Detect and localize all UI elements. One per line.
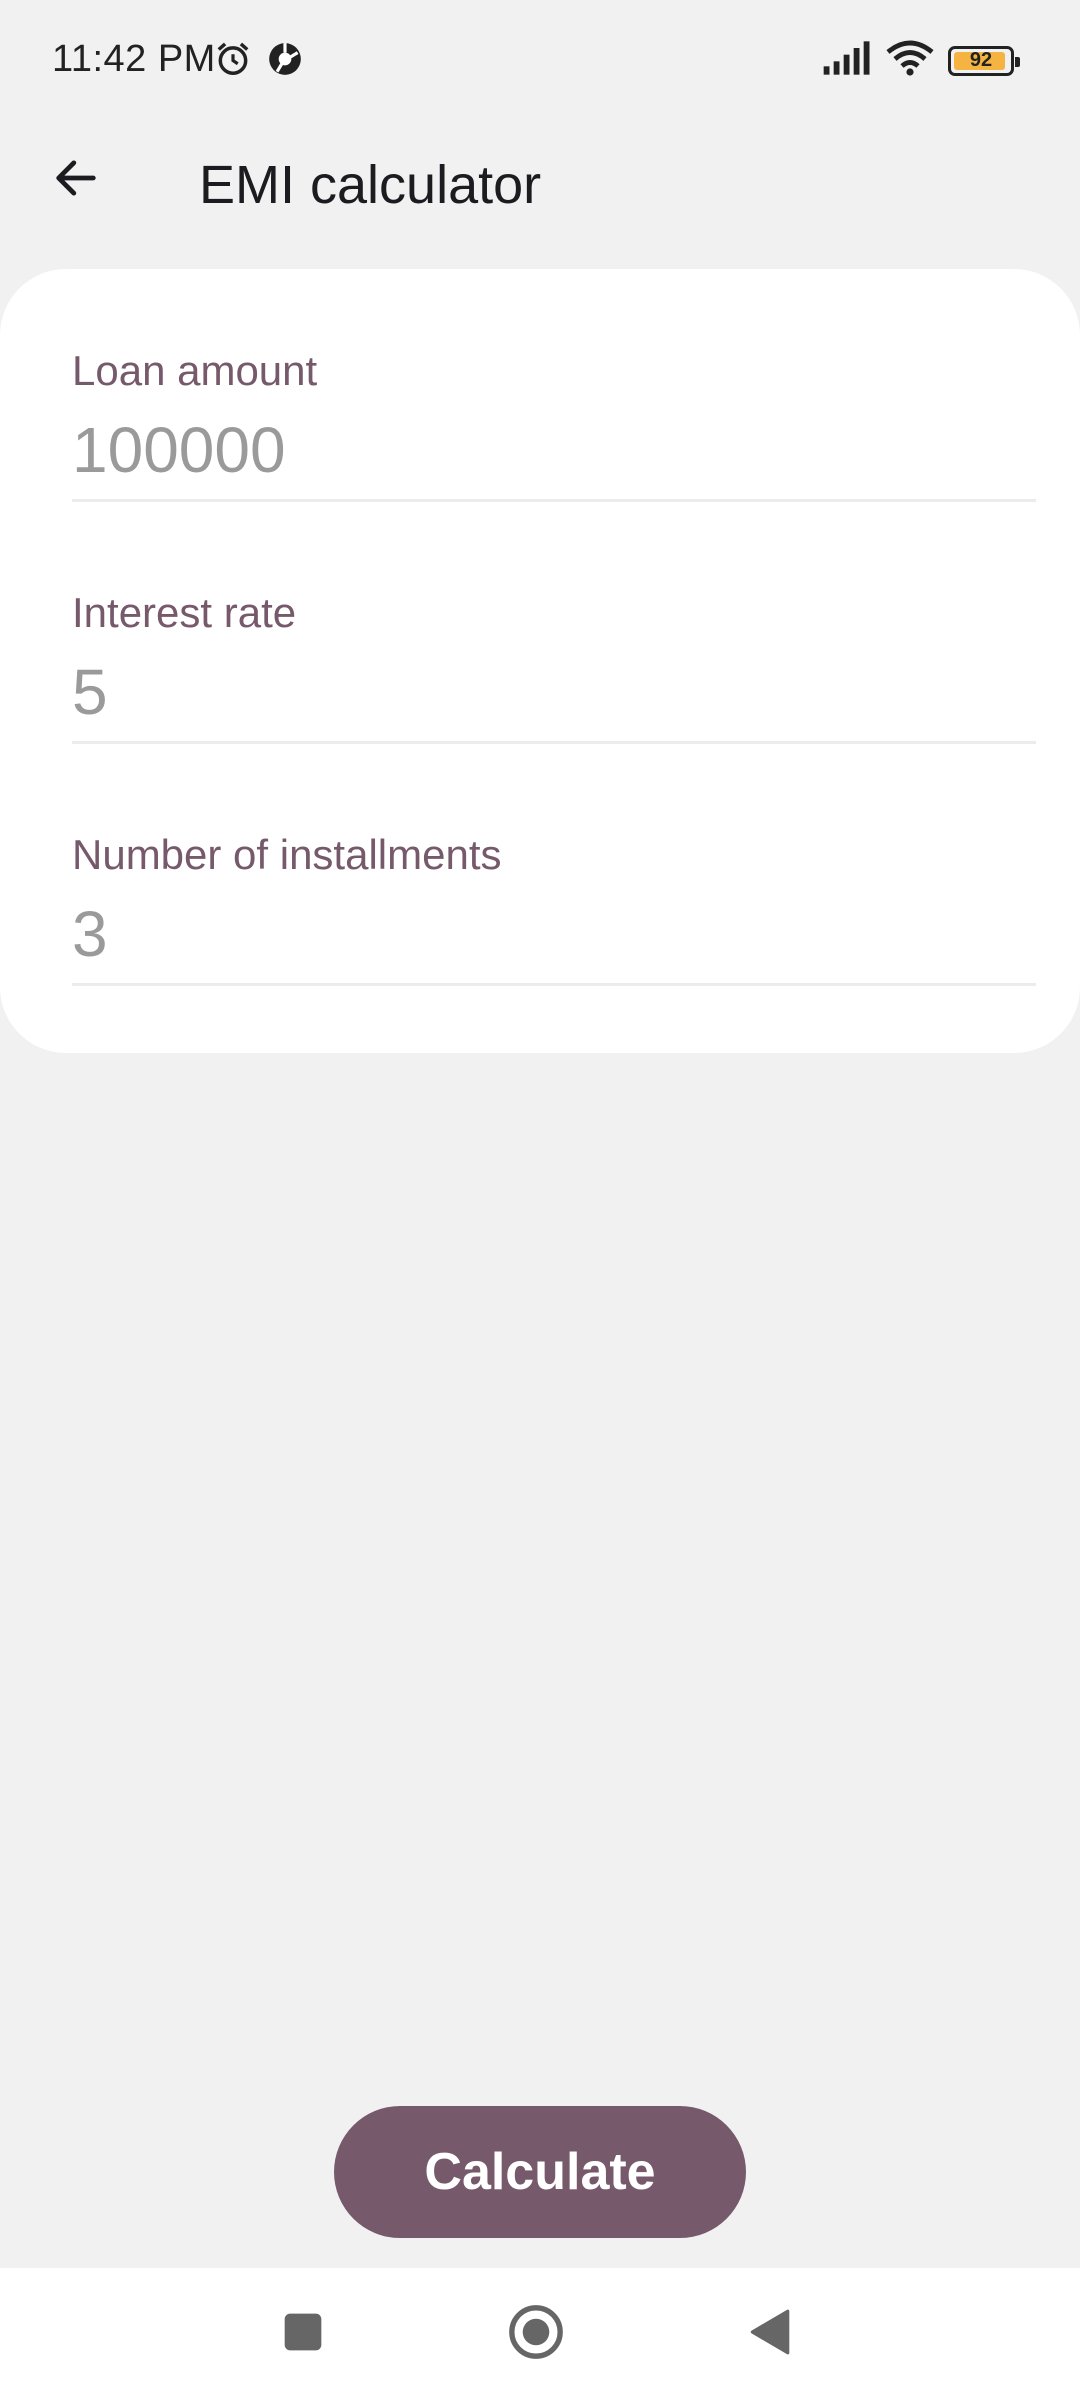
loan-amount-field: Loan amount [72, 347, 1036, 533]
installments-label: Number of installments [72, 831, 502, 878]
back-triangle-icon [746, 2307, 792, 2362]
interest-rate-input[interactable] [72, 647, 1036, 737]
home-circle-icon [507, 2303, 565, 2366]
vpn-icon [266, 40, 304, 83]
battery-icon: 92 [948, 45, 1020, 76]
interest-rate-label: Interest rate [72, 589, 297, 636]
calculate-button[interactable]: Calculate [334, 2106, 746, 2238]
recents-button[interactable] [267, 2298, 339, 2370]
loan-amount-label: Loan amount [72, 347, 318, 394]
app-bar: EMI calculator [0, 120, 1080, 240]
interest-rate-field: Interest rate [72, 589, 1036, 775]
loan-amount-input[interactable] [72, 405, 1036, 495]
recents-square-icon [281, 2310, 325, 2359]
battery-level: 92 [969, 49, 993, 71]
interest-rate-underline [72, 741, 1036, 744]
wifi-icon [886, 40, 934, 81]
nav-back-button[interactable] [733, 2298, 805, 2370]
installments-input[interactable] [72, 889, 1036, 979]
back-button[interactable] [40, 144, 112, 216]
status-left-icons [214, 40, 304, 83]
page-title: EMI calculator [199, 155, 542, 215]
arrow-left-icon [50, 152, 102, 209]
status-time: 11:42 PM [52, 38, 216, 80]
installments-underline [72, 983, 1036, 986]
signal-icon [822, 41, 872, 80]
form-card: Loan amount Interest rate Number of inst… [0, 269, 1080, 1053]
battery-nub [1015, 56, 1020, 67]
status-bar: 11:42 PM 92 [0, 0, 1080, 120]
status-right-icons: 92 [822, 40, 1020, 81]
loan-amount-underline [72, 499, 1036, 502]
home-button[interactable] [500, 2298, 572, 2370]
installments-field: Number of installments [72, 831, 1036, 1017]
alarm-icon [214, 40, 252, 83]
system-nav-bar [0, 2268, 1080, 2400]
